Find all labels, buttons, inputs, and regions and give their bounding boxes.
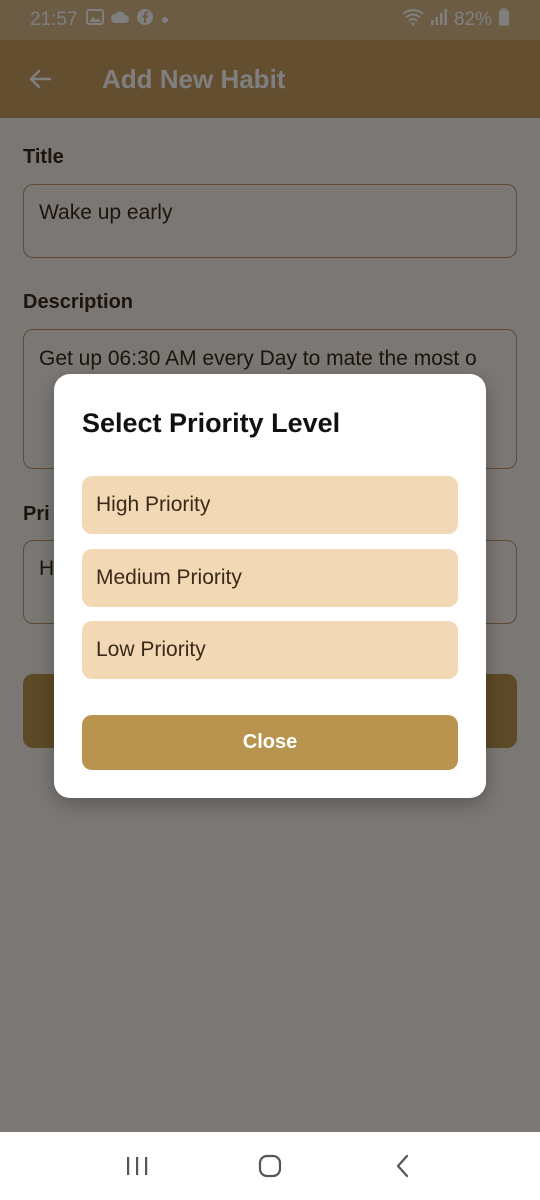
system-nav-bar <box>0 1132 540 1200</box>
priority-dialog: Select Priority Level High Priority Medi… <box>54 374 486 798</box>
recent-apps-icon[interactable] <box>117 1146 157 1186</box>
home-icon[interactable] <box>250 1146 290 1186</box>
priority-option-high[interactable]: High Priority <box>82 476 458 534</box>
close-button[interactable]: Close <box>82 715 458 770</box>
back-nav-icon[interactable] <box>383 1146 423 1186</box>
dialog-title: Select Priority Level <box>82 408 341 438</box>
priority-option-medium[interactable]: Medium Priority <box>82 549 458 607</box>
priority-option-low[interactable]: Low Priority <box>82 621 458 679</box>
